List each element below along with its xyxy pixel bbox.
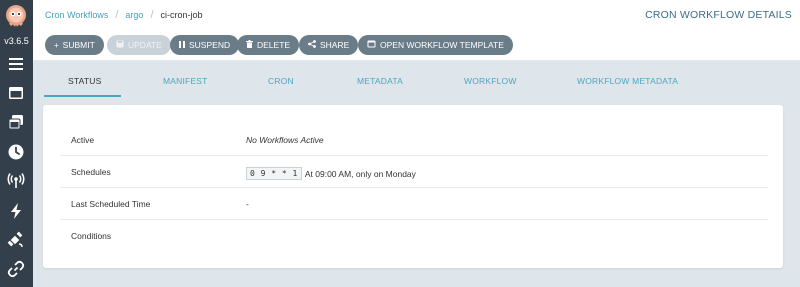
- tab-workflow[interactable]: WORKFLOW: [464, 76, 517, 86]
- save-icon: [116, 40, 124, 50]
- status-row-last-scheduled: Last Scheduled Time -: [60, 188, 768, 220]
- open-workflow-template-button[interactable]: OPEN WORKFLOW TEMPLATE: [358, 35, 513, 55]
- delete-button[interactable]: DELETE: [237, 35, 300, 55]
- tab-cron[interactable]: CRON: [268, 76, 294, 86]
- breadcrumb-separator: /: [150, 9, 154, 21]
- status-card: Active No Workflows Active Schedules 0 9…: [43, 105, 783, 268]
- page-title: CRON WORKFLOW DETAILS: [645, 9, 792, 21]
- delete-button-label: DELETE: [257, 40, 291, 50]
- suspend-button-label: SUSPEND: [189, 40, 231, 50]
- active-tab-indicator: [44, 95, 121, 97]
- action-toolbar: + SUBMIT UPDATE SUSPEND DELETE SHARE OPE…: [33, 30, 800, 61]
- share-button[interactable]: SHARE: [299, 35, 359, 55]
- breadcrumb-namespace[interactable]: argo: [125, 10, 143, 20]
- breadcrumb-current: ci-cron-job: [160, 10, 203, 20]
- breadcrumb-cron-workflows[interactable]: Cron Workflows: [45, 10, 108, 20]
- last-scheduled-value: -: [246, 199, 249, 209]
- status-row-active: Active No Workflows Active: [60, 124, 768, 156]
- tab-metadata[interactable]: METADATA: [357, 76, 403, 86]
- argo-logo-icon[interactable]: [4, 4, 28, 30]
- tab-workflow-metadata[interactable]: WORKFLOW METADATA: [577, 76, 678, 86]
- menu-icon[interactable]: [6, 54, 26, 74]
- breadcrumb-separator: /: [115, 9, 119, 21]
- schedules-label: Schedules: [71, 167, 111, 177]
- submit-button-label: SUBMIT: [62, 40, 95, 50]
- cron-expression: 0 9 * * 1: [246, 167, 302, 180]
- window-icon: [367, 40, 376, 50]
- version-label: v3.6.5: [4, 36, 29, 46]
- share-button-label: SHARE: [320, 40, 350, 50]
- trash-icon: [246, 40, 253, 50]
- last-scheduled-label: Last Scheduled Time: [71, 199, 151, 209]
- cron-description: At 09:00 AM, only on Monday: [304, 168, 416, 179]
- plus-icon: +: [54, 40, 59, 50]
- workflow-templates-icon[interactable]: [6, 112, 26, 132]
- open-workflow-template-button-label: OPEN WORKFLOW TEMPLATE: [380, 40, 504, 50]
- schedules-value: 0 9 * * 1 At 09:00 AM, only on Monday: [246, 167, 416, 180]
- breadcrumb: Cron Workflows / argo / ci-cron-job: [45, 9, 203, 21]
- tab-status[interactable]: STATUS: [68, 76, 101, 86]
- sidebar: v3.6.5: [0, 0, 33, 287]
- status-row-conditions: Conditions: [60, 220, 768, 252]
- update-button[interactable]: UPDATE: [107, 35, 171, 55]
- suspend-button[interactable]: SUSPEND: [170, 35, 240, 55]
- pause-icon: [179, 40, 185, 50]
- top-bar: Cron Workflows / argo / ci-cron-job CRON…: [33, 0, 800, 30]
- conditions-label: Conditions: [71, 231, 112, 241]
- active-label: Active: [71, 135, 95, 145]
- tab-bar: STATUS MANIFEST CRON METADATA WORKFLOW W…: [33, 61, 800, 97]
- submit-button[interactable]: + SUBMIT: [45, 35, 104, 55]
- status-row-schedules: Schedules 0 9 * * 1 At 09:00 AM, only on…: [60, 156, 768, 188]
- bolt-icon[interactable]: [6, 201, 26, 221]
- tab-manifest[interactable]: MANIFEST: [163, 76, 208, 86]
- workflows-icon[interactable]: [6, 83, 26, 103]
- link-icon[interactable]: [6, 259, 26, 279]
- clock-icon[interactable]: [6, 142, 26, 162]
- share-icon: [308, 40, 316, 50]
- satellite-icon[interactable]: [6, 230, 26, 250]
- update-button-label: UPDATE: [128, 40, 162, 50]
- antenna-icon[interactable]: [6, 171, 26, 191]
- active-value: No Workflows Active: [246, 135, 324, 145]
